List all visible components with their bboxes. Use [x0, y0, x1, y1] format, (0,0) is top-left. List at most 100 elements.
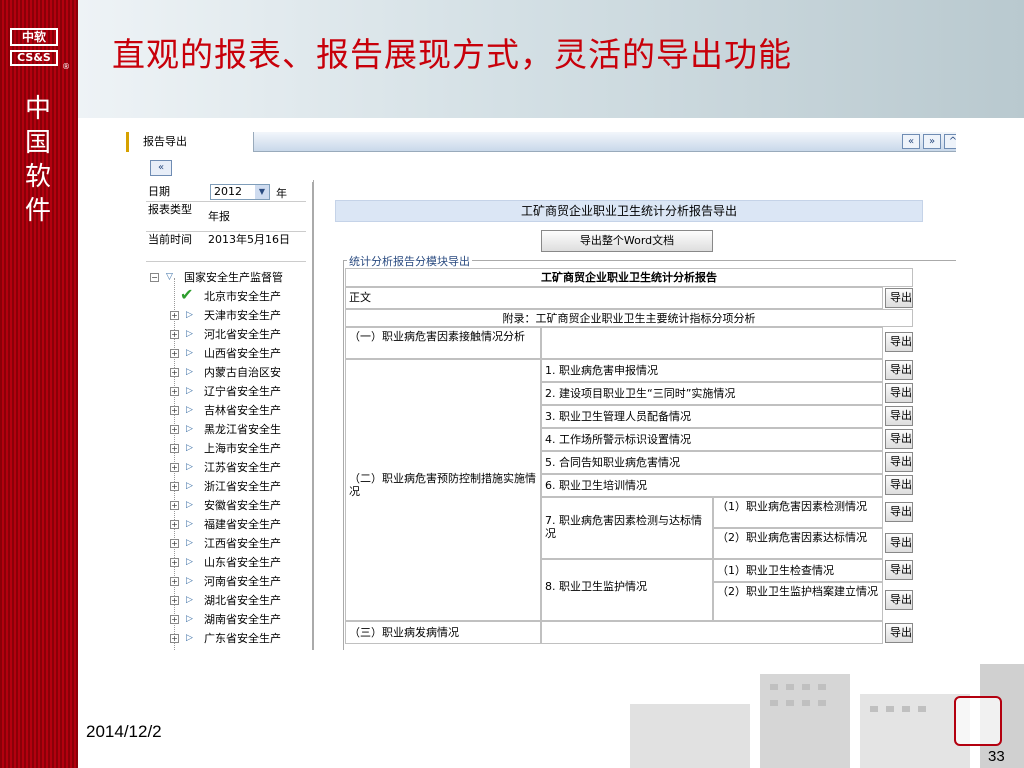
- page-number: 33: [988, 748, 1005, 765]
- expand-icon[interactable]: +: [170, 539, 179, 548]
- expand-icon[interactable]: +: [170, 406, 179, 415]
- tree-item-label: 山东省安全生产: [204, 556, 281, 569]
- expand-icon[interactable]: +: [170, 387, 179, 396]
- triangle-right-icon: ▷: [186, 405, 193, 415]
- seal-stamp-icon: [954, 696, 1002, 746]
- category-label: （一）职业病危害因素接触情况分析: [345, 327, 541, 359]
- tree-item-label: 河南省安全生产: [204, 575, 281, 588]
- tree-root-item[interactable]: − ▽ 国家安全生产监督管: [126, 268, 294, 287]
- triangle-right-icon: ▷: [186, 538, 193, 548]
- tree-item[interactable]: + ▷ 河北省安全生产: [146, 325, 314, 344]
- category-label: （二）职业病危害预防控制措施实施情况: [345, 359, 541, 621]
- expand-icon[interactable]: +: [170, 558, 179, 567]
- export-button[interactable]: 导出: [885, 288, 913, 308]
- expand-icon[interactable]: +: [170, 444, 179, 453]
- tree-item[interactable]: + ▷ 上海市安全生产: [146, 439, 314, 458]
- sub-item-label: （2）职业卫生监护档案建立情况: [713, 582, 883, 621]
- date-label: 日期: [148, 185, 170, 198]
- export-button[interactable]: 导出: [885, 406, 913, 426]
- tree-item-label: 浙江省安全生产: [204, 480, 281, 493]
- tree-item[interactable]: + ▷ 辽宁省安全生产: [146, 382, 314, 401]
- nav-prev-button[interactable]: «: [902, 134, 920, 149]
- expand-icon[interactable]: +: [170, 463, 179, 472]
- expand-icon[interactable]: +: [170, 311, 179, 320]
- empty-cell: [541, 621, 883, 644]
- collapse-icon[interactable]: −: [150, 273, 159, 282]
- tree-item-label: 安徽省安全生产: [204, 499, 281, 512]
- expand-icon[interactable]: +: [170, 349, 179, 358]
- tree-item[interactable]: + ▷ 山西省安全生产: [146, 344, 314, 363]
- expand-icon[interactable]: +: [170, 330, 179, 339]
- export-button[interactable]: 导出: [885, 452, 913, 472]
- export-button[interactable]: 导出: [885, 383, 913, 403]
- tree-item[interactable]: + ▷ 山东省安全生产: [146, 553, 314, 572]
- tree-item[interactable]: + ▷ 安徽省安全生产: [146, 496, 314, 515]
- tree-item-label: 福建省安全生产: [204, 518, 281, 531]
- report-type-label: 报表类型: [148, 203, 192, 216]
- item-label: 2. 建设项目职业卫生“三同时”实施情况: [541, 382, 883, 405]
- tree-item-label: 河北省安全生产: [204, 328, 281, 341]
- export-button[interactable]: 导出: [885, 475, 913, 495]
- tree-item[interactable]: + ▷ 广东省安全生产: [146, 629, 314, 648]
- export-button[interactable]: 导出: [885, 502, 913, 522]
- tree-item[interactable]: + ▷ 湖北省安全生产: [146, 591, 314, 610]
- tree-folder-icon: ▽: [166, 272, 173, 282]
- triangle-right-icon: ▷: [186, 367, 193, 377]
- current-time-row: 当前时间 2013年5月16日: [146, 232, 306, 262]
- export-button[interactable]: 导出: [885, 360, 913, 380]
- export-button[interactable]: 导出: [885, 590, 913, 610]
- slide-title: 直观的报表、报告展现方式，灵活的导出功能: [112, 35, 792, 74]
- triangle-right-icon: ▷: [186, 424, 193, 434]
- triangle-right-icon: ▷: [186, 519, 193, 529]
- tree-item[interactable]: + ▷ 福建省安全生产: [146, 515, 314, 534]
- item-label: 7. 职业病危害因素检测与达标情况: [541, 497, 713, 559]
- expand-icon[interactable]: +: [170, 482, 179, 491]
- logo-bottom-text: CS&S: [10, 50, 58, 66]
- tree-item[interactable]: + ▷ 天津市安全生产: [146, 306, 314, 325]
- tree-item[interactable]: + ▷ 浙江省安全生产: [146, 477, 314, 496]
- year-value: 2012: [214, 185, 242, 198]
- tree-item-beijing[interactable]: ✔ 北京市安全生产: [146, 287, 314, 306]
- expand-icon[interactable]: +: [170, 501, 179, 510]
- nav-more-button[interactable]: ^: [944, 134, 956, 149]
- app-screenshot: 报告导出 « » ^ « 日期 2012 ▼ 年 报表类型 年报 当前时间 20…: [126, 132, 956, 650]
- tab-bar: 报告导出 « » ^: [126, 132, 956, 152]
- current-time-value: 2013年5月16日: [208, 233, 290, 246]
- tree-item[interactable]: + ▷ 湖南省安全生产: [146, 610, 314, 629]
- export-button[interactable]: 导出: [885, 533, 913, 553]
- nav-next-button[interactable]: »: [923, 134, 941, 149]
- logo-registered-mark: ®: [62, 62, 70, 71]
- expand-icon[interactable]: +: [170, 634, 179, 643]
- export-button[interactable]: 导出: [885, 332, 913, 352]
- tree-item[interactable]: + ▷ 吉林省安全生产: [146, 401, 314, 420]
- triangle-right-icon: ▷: [186, 595, 193, 605]
- brand-char: 件: [24, 196, 51, 226]
- expand-icon[interactable]: +: [170, 520, 179, 529]
- tab-report-export[interactable]: 报告导出: [126, 132, 254, 152]
- tree-item-label: 黑龙江省安全生: [204, 423, 281, 436]
- report-type-value: 年报: [208, 210, 230, 223]
- tree-item[interactable]: + ▷ 内蒙古自治区安: [146, 363, 314, 382]
- expand-icon[interactable]: +: [170, 577, 179, 586]
- expand-icon[interactable]: +: [170, 615, 179, 624]
- expand-icon[interactable]: +: [170, 425, 179, 434]
- year-select[interactable]: 2012 ▼: [210, 184, 270, 200]
- tree-item[interactable]: + ▷ 黑龙江省安全生: [146, 420, 314, 439]
- tree-item[interactable]: + ▷ 江西省安全生产: [146, 534, 314, 553]
- triangle-right-icon: ▷: [186, 310, 193, 320]
- tree-item[interactable]: + ▷ 河南省安全生产: [146, 572, 314, 591]
- tree-item[interactable]: + ▷ 江苏省安全生产: [146, 458, 314, 477]
- chevron-down-icon[interactable]: ▼: [255, 185, 269, 199]
- export-button[interactable]: 导出: [885, 623, 913, 643]
- sub-item-label: （1）职业病危害因素检测情况: [713, 497, 883, 528]
- export-button[interactable]: 导出: [885, 429, 913, 449]
- export-word-button[interactable]: 导出整个Word文档: [541, 230, 713, 252]
- current-time-label: 当前时间: [148, 233, 192, 246]
- expand-icon[interactable]: +: [170, 368, 179, 377]
- collapse-panel-button[interactable]: «: [150, 160, 172, 176]
- triangle-right-icon: ▷: [186, 557, 193, 567]
- expand-icon[interactable]: +: [170, 596, 179, 605]
- tree-item-label: 广东省安全生产: [204, 632, 281, 645]
- category-label: （三）职业病发病情况: [345, 621, 541, 644]
- export-button[interactable]: 导出: [885, 560, 913, 580]
